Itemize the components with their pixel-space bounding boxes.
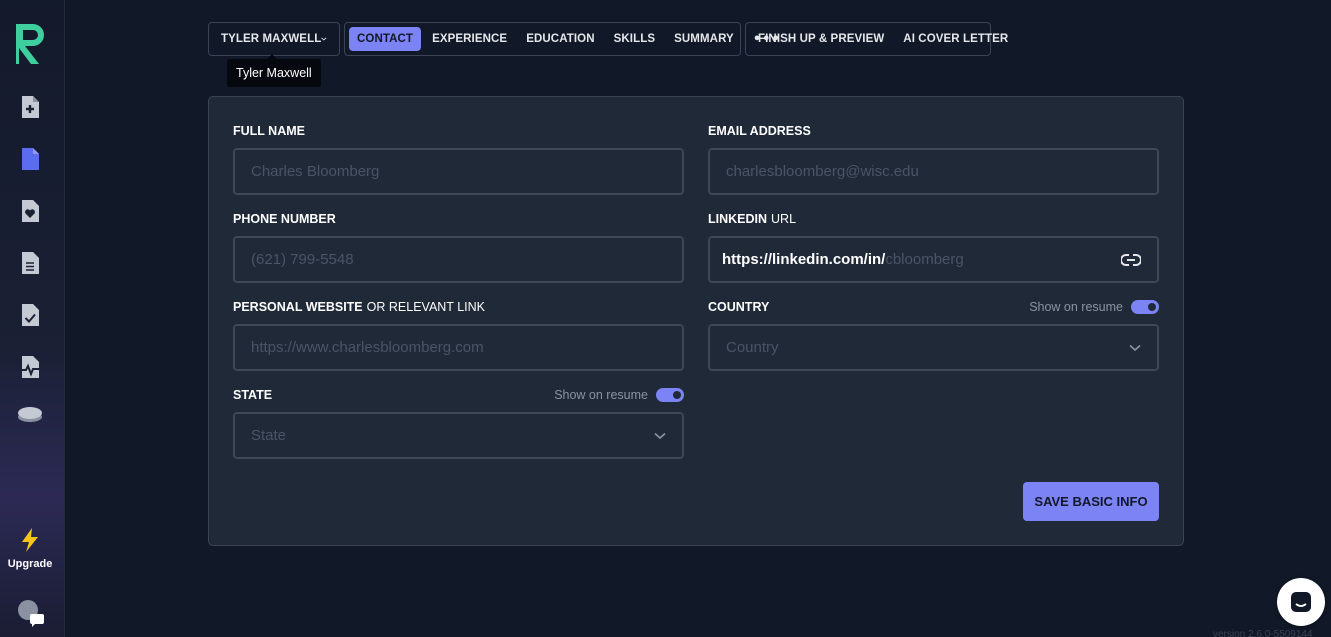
- tab-label: EXPERIENCE: [432, 33, 508, 45]
- lightning-icon: [22, 528, 38, 552]
- sidebar: Upgrade: [0, 0, 65, 637]
- tab-ai-cover-letter[interactable]: AI COVER LETTER: [895, 27, 1016, 51]
- email-label: EMAIL ADDRESS: [708, 124, 811, 138]
- full-name-field: FULL NAME: [233, 123, 684, 195]
- feedback-icon[interactable]: [16, 598, 46, 628]
- website-label-suffix: OR RELEVANT LINK: [366, 300, 485, 314]
- version-text: version 2.6.0-5509144: [1213, 629, 1313, 637]
- resume-icon[interactable]: [18, 146, 42, 172]
- coins-icon[interactable]: [16, 401, 44, 427]
- state-placeholder: State: [251, 427, 287, 444]
- finish-group: FINISH UP & PREVIEW AI COVER LETTER: [745, 22, 1008, 56]
- linkedin-label: LINKEDIN: [708, 212, 768, 226]
- tab-summary[interactable]: SUMMARY: [666, 27, 742, 51]
- tab-contact[interactable]: CONTACT: [349, 27, 422, 51]
- tab-finish-preview[interactable]: FINISH UP & PREVIEW: [750, 27, 892, 51]
- section-tabs: CONTACT EXPERIENCE EDUCATION SKILLS SUMM…: [344, 22, 780, 56]
- country-label: COUNTRY: [708, 300, 770, 314]
- linkedin-input[interactable]: [885, 251, 1121, 268]
- email-field: EMAIL ADDRESS: [708, 123, 1159, 195]
- tab-label: CONTACT: [357, 33, 414, 45]
- phone-input[interactable]: [251, 251, 666, 268]
- country-show-on-resume-toggle[interactable]: [1131, 300, 1159, 314]
- tab-label: SUMMARY: [674, 33, 734, 45]
- upgrade-label: Upgrade: [7, 558, 53, 570]
- state-label: STATE: [233, 388, 273, 402]
- linkedin-field: LINKEDIN URL https://linkedin.com/in/: [708, 211, 1159, 283]
- state-select[interactable]: State: [233, 412, 684, 459]
- linkedin-label-suffix: URL: [771, 212, 797, 226]
- chat-support-button[interactable]: [1277, 578, 1325, 626]
- website-input[interactable]: [251, 339, 666, 356]
- email-input[interactable]: [726, 163, 1141, 180]
- link-icon: [1121, 253, 1141, 266]
- user-tooltip: Tyler Maxwell: [227, 54, 321, 87]
- chevron-down-icon: [321, 37, 327, 41]
- state-field: STATE Show on resume State: [233, 387, 684, 459]
- rezi-logo[interactable]: [13, 20, 47, 66]
- save-basic-info-button[interactable]: SAVE BASIC INFO: [1023, 482, 1159, 521]
- phone-label: PHONE NUMBER: [233, 212, 336, 226]
- tab-label: FINISH UP & PREVIEW: [758, 33, 885, 45]
- tab-education[interactable]: EDUCATION: [518, 27, 602, 51]
- phone-field: PHONE NUMBER: [233, 211, 684, 283]
- full-name-input[interactable]: [251, 163, 666, 180]
- chat-icon: [1291, 592, 1311, 612]
- tab-label: SKILLS: [613, 33, 656, 45]
- state-show-on-resume-toggle[interactable]: [656, 388, 684, 402]
- user-dropdown-button[interactable]: TYLER MAXWELL: [208, 22, 340, 56]
- linkedin-prefix: https://linkedin.com/in/: [722, 251, 886, 268]
- upgrade-button[interactable]: Upgrade: [0, 527, 60, 570]
- checked-document-icon[interactable]: [18, 302, 42, 328]
- website-field: PERSONAL WEBSITE OR RELEVANT LINK: [233, 299, 684, 371]
- new-resume-icon[interactable]: [18, 94, 42, 120]
- chevron-down-icon: [1129, 344, 1141, 351]
- contact-form-card: FULL NAME EMAIL ADDRESS PHONE NUMBER LIN…: [208, 96, 1184, 546]
- tab-skills[interactable]: SKILLS: [606, 27, 664, 51]
- chevron-down-icon: [654, 432, 666, 439]
- activity-document-icon[interactable]: [18, 354, 42, 380]
- tab-label: AI COVER LETTER: [903, 33, 1009, 45]
- country-field: COUNTRY Show on resume Country: [708, 299, 1159, 371]
- country-show-on-resume-label: Show on resume: [1029, 300, 1123, 314]
- country-select[interactable]: Country: [708, 324, 1159, 371]
- full-name-label: FULL NAME: [233, 124, 305, 138]
- tab-label: EDUCATION: [526, 33, 595, 45]
- user-name: TYLER MAXWELL: [221, 33, 322, 45]
- state-show-on-resume-label: Show on resume: [554, 388, 648, 402]
- website-label: PERSONAL WEBSITE: [233, 300, 363, 314]
- favorite-resume-icon[interactable]: [18, 198, 42, 224]
- tab-experience[interactable]: EXPERIENCE: [424, 27, 515, 51]
- country-placeholder: Country: [726, 339, 779, 356]
- document-list-icon[interactable]: [18, 250, 42, 276]
